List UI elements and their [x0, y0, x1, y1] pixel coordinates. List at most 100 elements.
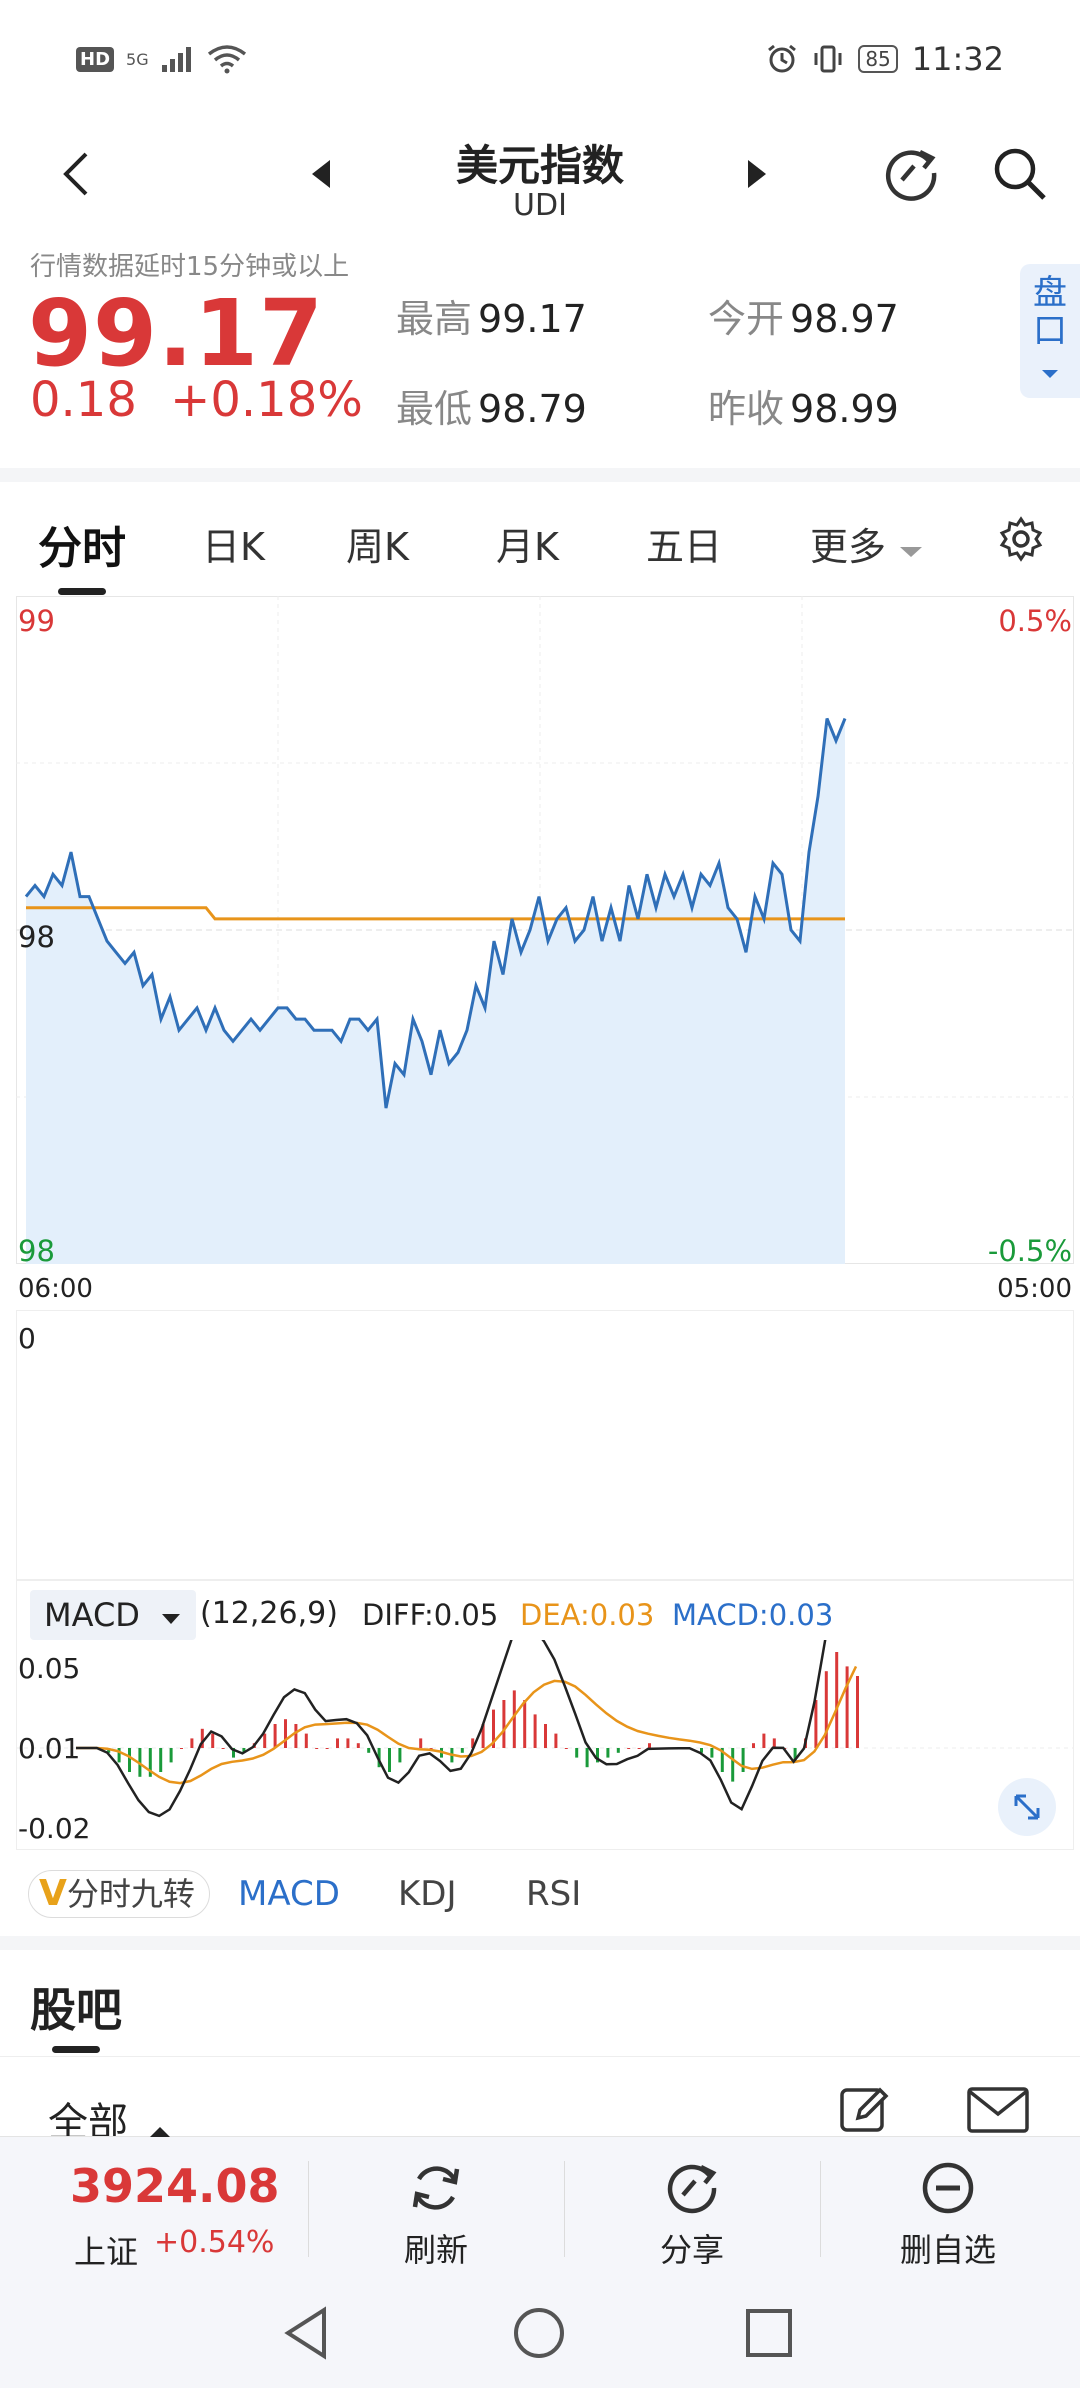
vibrate-icon	[814, 45, 842, 73]
price-change: 0.18 +0.18%	[30, 372, 363, 428]
expand-icon	[1014, 1794, 1040, 1820]
share-button[interactable]: 分享	[612, 2159, 772, 2271]
refresh-button[interactable]: 刷新	[356, 2159, 516, 2271]
stat-low: 最低 98.79	[396, 387, 587, 431]
macd-bar	[263, 1733, 267, 1748]
macd-bar	[585, 1748, 589, 1768]
caret-down-icon	[900, 547, 923, 557]
macd-bar	[845, 1666, 849, 1748]
macd-bar	[304, 1733, 308, 1748]
macd-bar	[575, 1748, 579, 1758]
caret-down-icon	[162, 1614, 181, 1624]
macd-bar	[325, 1748, 329, 1749]
macd-bar	[273, 1724, 277, 1748]
macd-axis-mid: 0.01	[18, 1732, 81, 1765]
x-axis-start-label: 06:00	[18, 1274, 93, 1304]
tab-more[interactable]: 更多	[810, 516, 924, 571]
ind-tab-rsi[interactable]: RSI	[526, 1874, 581, 1914]
macd-dea: DEA:0.03	[520, 1598, 655, 1632]
search-icon[interactable]	[990, 144, 1050, 204]
title-bar: 美元指数 UDI	[0, 120, 1080, 240]
index-percent: +0.54%	[154, 2225, 275, 2260]
macd-bar	[419, 1738, 423, 1748]
macd-bar	[169, 1748, 173, 1763]
share-icon	[667, 2164, 717, 2214]
macd-bar	[835, 1652, 839, 1748]
wifi-icon	[207, 45, 246, 74]
macd-bar	[336, 1738, 339, 1748]
macd-bar	[637, 1748, 641, 1749]
tab-five-day[interactable]: 五日	[646, 516, 722, 571]
refresh-share-icon[interactable]	[880, 142, 942, 204]
refresh-icon	[412, 2166, 460, 2210]
index-value[interactable]: 3924.08	[70, 2159, 280, 2213]
y-axis-bottom-label: 98	[18, 1234, 55, 1268]
macd-bar	[221, 1748, 225, 1749]
pankou-label: 盘口	[1033, 273, 1067, 351]
volume-axis-label: 0	[18, 1322, 36, 1355]
ind-tab-kdj[interactable]: KDJ	[398, 1874, 457, 1914]
divider	[308, 2161, 309, 2257]
tab-monthly-k[interactable]: 月K	[496, 516, 559, 571]
vip-badge: V	[39, 1873, 67, 1914]
macd-bar	[648, 1743, 651, 1748]
macd-bar	[460, 1748, 464, 1753]
price-area	[26, 718, 845, 1264]
signal-label: 5G	[126, 49, 149, 69]
compose-icon[interactable]	[838, 2082, 892, 2136]
volume-chart	[16, 1310, 1074, 1580]
tab-daily-k[interactable]: 日K	[202, 516, 265, 571]
macd-bar	[762, 1733, 766, 1748]
last-price: 99.17	[28, 280, 325, 387]
tab-weekly-k[interactable]: 周K	[346, 516, 409, 571]
caret-up-icon	[150, 2127, 170, 2137]
macd-bar	[315, 1748, 319, 1749]
next-item-icon[interactable]	[742, 154, 772, 194]
macd-bar	[752, 1743, 755, 1748]
macd-bar	[627, 1748, 631, 1749]
divider	[0, 2056, 1080, 2057]
system-nav-bar	[0, 2276, 1080, 2388]
macd-bar	[564, 1748, 568, 1749]
macd-chart[interactable]	[16, 1640, 1074, 1850]
macd-axis-top: 0.05	[18, 1652, 81, 1685]
section-divider	[0, 468, 1080, 482]
macd-bar	[211, 1733, 215, 1748]
indicator-selector[interactable]: MACD	[30, 1590, 196, 1640]
alarm-icon	[768, 44, 797, 73]
macd-value: MACD:0.03	[672, 1598, 834, 1632]
remove-watchlist-button[interactable]: 删自选	[868, 2159, 1028, 2271]
expand-chart-button[interactable]	[998, 1778, 1056, 1836]
macd-diff-line	[76, 1640, 827, 1818]
tab-intraday[interactable]: 分时	[38, 512, 126, 576]
macd-bar	[180, 1748, 183, 1749]
macd-bar	[128, 1748, 131, 1772]
ind-tab-macd[interactable]: MACD	[238, 1874, 340, 1914]
caret-down-icon	[1042, 370, 1058, 378]
x-axis-end-label: 05:00	[997, 1274, 1072, 1304]
macd-diff: DIFF:0.05	[362, 1598, 499, 1632]
divider	[820, 2161, 821, 2257]
macd-bar	[731, 1748, 735, 1782]
hd-badge: HD	[76, 46, 115, 72]
macd-bar	[346, 1738, 350, 1748]
intraday-chart[interactable]	[16, 596, 1074, 1264]
jiuzhuan-chip[interactable]: V分时九转	[28, 1870, 210, 1918]
mail-icon[interactable]	[966, 2086, 1030, 2134]
change-value: 0.18	[30, 372, 137, 428]
pankou-button[interactable]: 盘口	[1020, 264, 1080, 398]
stat-open: 今开 98.97	[708, 297, 899, 341]
nav-recents-icon[interactable]	[744, 2306, 794, 2360]
period-tabs: 分时 日K 周K 月K 五日 更多	[0, 500, 1080, 600]
nav-back-icon[interactable]	[282, 2306, 332, 2360]
gear-icon[interactable]	[998, 516, 1044, 562]
macd-bar	[190, 1738, 194, 1748]
guba-tab-indicator	[52, 2046, 100, 2053]
battery-indicator: 85	[858, 45, 898, 73]
clock: 11:32	[911, 40, 1004, 78]
guba-title[interactable]: 股吧	[30, 1974, 122, 2040]
macd-bar	[856, 1676, 859, 1748]
nav-home-icon[interactable]	[512, 2306, 566, 2360]
status-bar: HD 5G 85 11:32	[0, 0, 1080, 120]
divider	[564, 2161, 565, 2257]
